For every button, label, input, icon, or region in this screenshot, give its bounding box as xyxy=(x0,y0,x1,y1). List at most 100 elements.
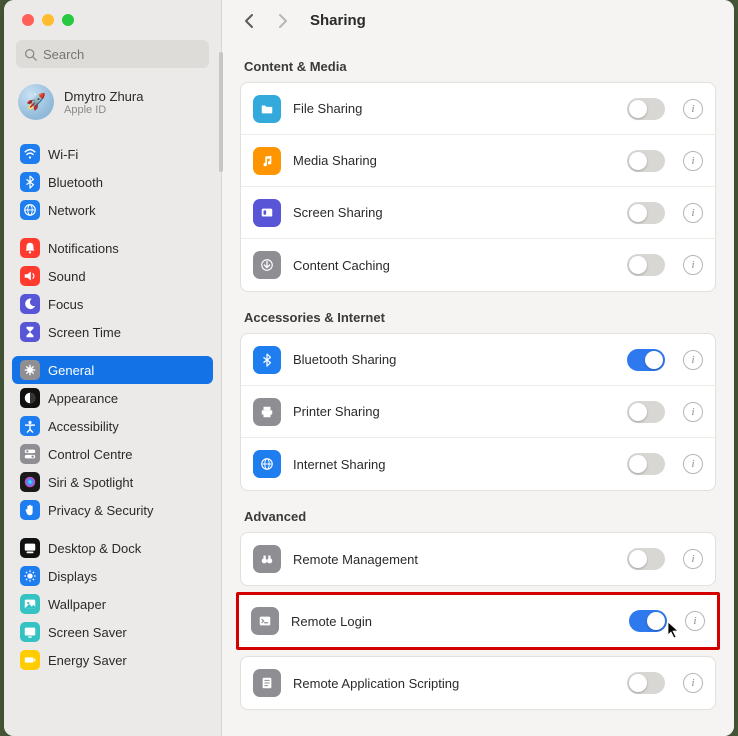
battery-icon xyxy=(20,650,40,670)
section-header: Content & Media xyxy=(244,59,712,74)
profile-name: Dmytro Zhura xyxy=(64,89,143,104)
row-label: Screen Sharing xyxy=(293,205,615,220)
binoculars-icon xyxy=(253,545,281,573)
highlight-remote-login: Remote Login i xyxy=(236,592,720,650)
info-button-remote-management[interactable]: i xyxy=(683,549,703,569)
sidebar-item-displays[interactable]: Displays xyxy=(12,562,213,590)
cursor-icon xyxy=(667,621,681,639)
window-controls xyxy=(4,0,221,36)
siri-icon xyxy=(20,472,40,492)
sidebar-item-focus[interactable]: Focus xyxy=(12,290,213,318)
info-button-remote-application-scripting[interactable]: i xyxy=(683,673,703,693)
row-content-caching[interactable]: Content Caching i xyxy=(241,239,715,291)
sidebar-item-screen-saver[interactable]: Screen Saver xyxy=(12,618,213,646)
sidebar: 🚀 Dmytro Zhura Apple ID Wi-FiBluetooth Ne… xyxy=(4,0,222,736)
sidebar-item-label: Screen Saver xyxy=(48,625,127,640)
sidebar-item-bluetooth[interactable]: Bluetooth xyxy=(12,168,213,196)
info-button-internet-sharing[interactable]: i xyxy=(683,454,703,474)
section-header: Accessories & Internet xyxy=(244,310,712,325)
header: Sharing xyxy=(222,0,734,37)
sidebar-item-control-centre[interactable]: Control Centre xyxy=(12,440,213,468)
moon-icon xyxy=(20,294,40,314)
sidebar-item-network[interactable]: Network xyxy=(12,196,213,224)
toggle-bluetooth-sharing[interactable] xyxy=(627,349,665,371)
toggle-remote-login[interactable] xyxy=(629,610,667,632)
row-remote-login[interactable]: Remote Login i xyxy=(239,595,717,647)
sound-icon xyxy=(20,266,40,286)
close-window-button[interactable] xyxy=(22,14,34,26)
row-label: Printer Sharing xyxy=(293,404,615,419)
sidebar-item-label: Accessibility xyxy=(48,419,119,434)
info-button-remote-login[interactable]: i xyxy=(685,611,705,631)
toggle-remote-management[interactable] xyxy=(627,548,665,570)
toggle-screen-sharing[interactable] xyxy=(627,202,665,224)
search-field[interactable] xyxy=(16,40,209,68)
sidebar-item-label: General xyxy=(48,363,94,378)
sidebar-item-label: Notifications xyxy=(48,241,119,256)
settings-panel: Remote Application Scripting i xyxy=(240,656,716,710)
sidebar-item-label: Network xyxy=(48,203,96,218)
sidebar-item-label: Energy Saver xyxy=(48,653,127,668)
sidebar-item-desktop-dock[interactable]: Desktop & Dock xyxy=(12,534,213,562)
toggle-remote-application-scripting[interactable] xyxy=(627,672,665,694)
forward-button[interactable] xyxy=(272,13,292,29)
row-bluetooth-sharing[interactable]: Bluetooth Sharing i xyxy=(241,334,715,386)
sidebar-item-wallpaper[interactable]: Wallpaper xyxy=(12,590,213,618)
sidebar-item-siri-spotlight[interactable]: Siri & Spotlight xyxy=(12,468,213,496)
music-icon xyxy=(253,147,281,175)
back-button[interactable] xyxy=(240,13,260,29)
sidebar-scrollbar[interactable] xyxy=(219,52,223,172)
sidebar-item-appearance[interactable]: Appearance xyxy=(12,384,213,412)
sun-icon xyxy=(20,566,40,586)
info-button-bluetooth-sharing[interactable]: i xyxy=(683,350,703,370)
system-settings-window: 🚀 Dmytro Zhura Apple ID Wi-FiBluetooth Ne… xyxy=(4,0,734,736)
row-remote-management[interactable]: Remote Managementi xyxy=(241,533,715,585)
sidebar-item-privacy-security[interactable]: Privacy & Security xyxy=(12,496,213,524)
row-label: Bluetooth Sharing xyxy=(293,352,615,367)
row-label: Remote Application Scripting xyxy=(293,676,615,691)
hourglass-icon xyxy=(20,322,40,342)
sidebar-item-label: Siri & Spotlight xyxy=(48,475,133,490)
sidebar-item-wi-fi[interactable]: Wi-Fi xyxy=(12,140,213,168)
row-media-sharing[interactable]: Media Sharingi xyxy=(241,135,715,187)
toggle-content-caching[interactable] xyxy=(627,254,665,276)
search-input[interactable] xyxy=(43,47,219,62)
search-icon xyxy=(24,48,37,61)
sidebar-item-accessibility[interactable]: Accessibility xyxy=(12,412,213,440)
sidebar-item-label: Sound xyxy=(48,269,86,284)
info-button-content-caching[interactable]: i xyxy=(683,255,703,275)
avatar: 🚀 xyxy=(18,84,54,120)
folder-icon xyxy=(253,95,281,123)
fullscreen-window-button[interactable] xyxy=(62,14,74,26)
sidebar-item-general[interactable]: General xyxy=(12,356,213,384)
hand-icon xyxy=(20,500,40,520)
toggle-printer-sharing[interactable] xyxy=(627,401,665,423)
settings-panel: File SharingiMedia SharingiScreen Sharin… xyxy=(240,82,716,292)
sidebar-item-energy-saver[interactable]: Energy Saver xyxy=(12,646,213,674)
access-icon xyxy=(20,416,40,436)
sidebar-item-label: Appearance xyxy=(48,391,118,406)
minimize-window-button[interactable] xyxy=(42,14,54,26)
sidebar-item-sound[interactable]: Sound xyxy=(12,262,213,290)
row-label: Content Caching xyxy=(293,258,615,273)
toggle-internet-sharing[interactable] xyxy=(627,453,665,475)
toggle-file-sharing[interactable] xyxy=(627,98,665,120)
toggle-media-sharing[interactable] xyxy=(627,150,665,172)
info-button-file-sharing[interactable]: i xyxy=(683,99,703,119)
bell-icon xyxy=(20,238,40,258)
row-remote-application-scripting[interactable]: Remote Application Scripting i xyxy=(241,657,715,709)
settings-panel: Remote Managementi xyxy=(240,532,716,586)
info-button-printer-sharing[interactable]: i xyxy=(683,402,703,422)
sidebar-item-notifications[interactable]: Notifications xyxy=(12,234,213,262)
row-screen-sharing[interactable]: Screen Sharing i xyxy=(241,187,715,239)
row-label: Remote Login xyxy=(291,614,617,629)
row-internet-sharing[interactable]: Internet Sharingi xyxy=(241,438,715,490)
info-button-screen-sharing[interactable]: i xyxy=(683,203,703,223)
main-panel: Sharing Content & Media File SharingiMedi… xyxy=(222,0,734,736)
apple-id-profile[interactable]: 🚀 Dmytro Zhura Apple ID xyxy=(4,78,221,130)
row-printer-sharing[interactable]: Printer Sharing i xyxy=(241,386,715,438)
sidebar-item-screen-time[interactable]: Screen Time xyxy=(12,318,213,346)
row-file-sharing[interactable]: File Sharingi xyxy=(241,83,715,135)
info-button-media-sharing[interactable]: i xyxy=(683,151,703,171)
profile-sub: Apple ID xyxy=(64,104,143,116)
